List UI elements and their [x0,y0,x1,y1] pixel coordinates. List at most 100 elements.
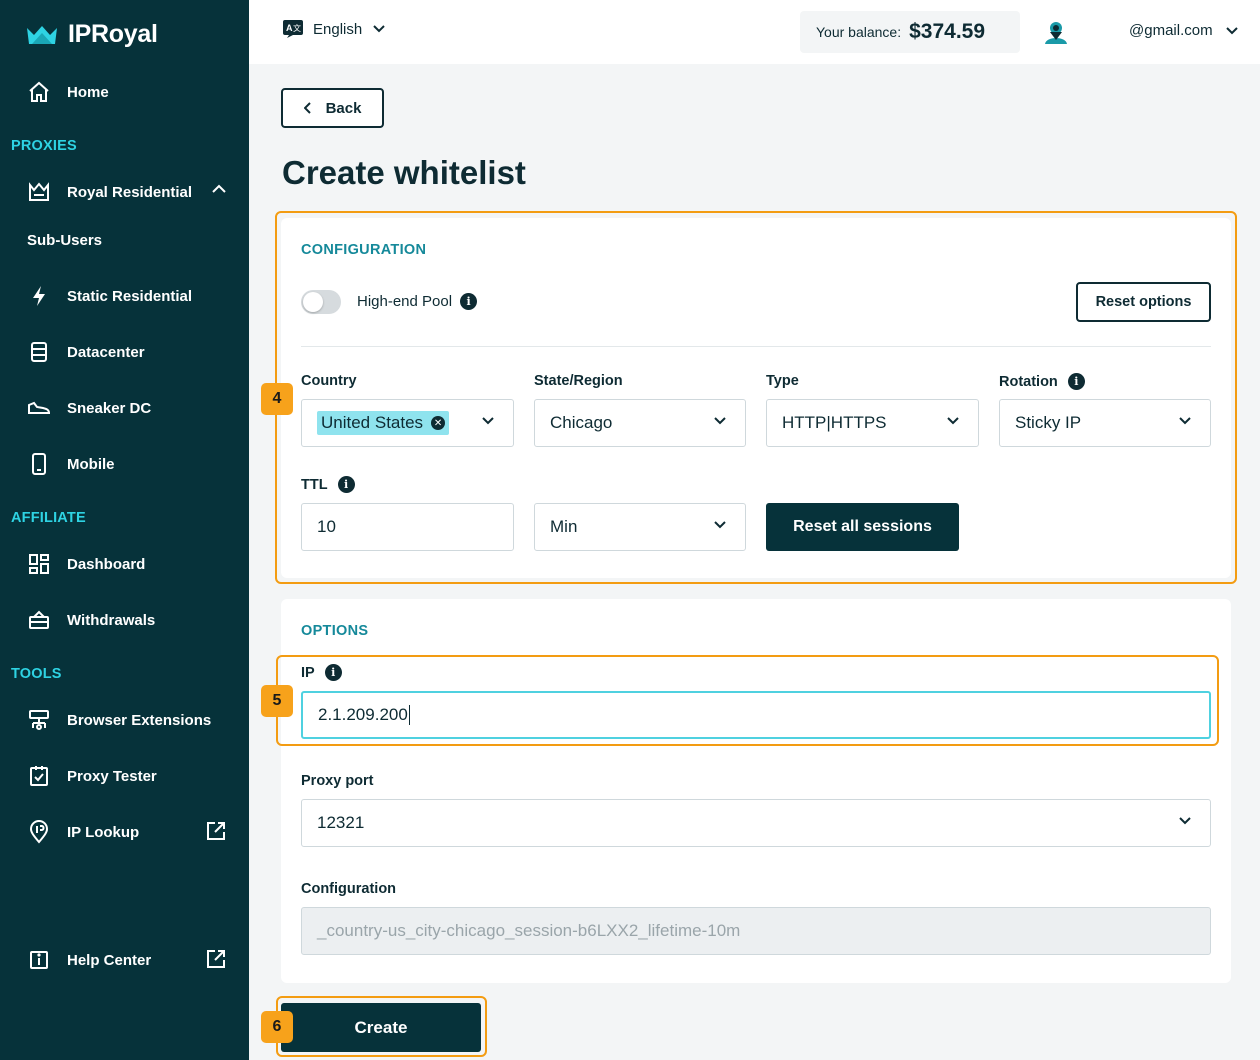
sidebar-item-browser-extensions[interactable]: Browser Extensions [26,706,226,734]
proxy-port-select[interactable]: 12321 [301,799,1211,847]
sidebar-item-label: Dashboard [67,555,146,573]
step-badge: 4 [261,383,293,415]
chevron-down-icon [714,521,726,529]
step-badge: 6 [261,1011,293,1043]
user-avatar-icon[interactable] [1044,20,1068,46]
options-title: OPTIONS [301,623,369,639]
state-value: Chicago [550,413,613,432]
type-value: HTTP|HTTPS [782,413,887,432]
sidebar-item-royal-residential[interactable]: Royal Residential [26,178,226,206]
chevron-down-icon [1179,817,1191,825]
step-badge: 5 [261,685,293,717]
ttl-label: TTL i [301,476,355,493]
sidebar-item-datacenter[interactable]: Datacenter [26,338,226,366]
create-button[interactable]: Create [281,1003,481,1052]
chevron-down-icon [1179,417,1191,425]
chevron-down-icon [947,417,959,425]
rotation-label: Rotation i [999,373,1085,390]
type-select[interactable]: HTTP|HTTPS [766,399,979,447]
language-selector[interactable]: A文 English [283,20,386,38]
ttl-input[interactable]: 10 [301,503,514,551]
mobile-phone-icon [26,451,52,477]
home-icon [26,79,52,105]
toggle-knob [303,292,323,312]
configuration-string-label: Configuration [301,881,396,897]
sidebar-item-withdrawals[interactable]: Withdrawals [26,606,226,634]
info-icon[interactable]: i [460,293,478,310]
sidebar-item-dashboard[interactable]: Dashboard [26,550,226,578]
account-email: @gmail.com [1129,22,1213,39]
sidebar-item-label: Mobile [67,455,115,473]
reset-all-sessions-button[interactable]: Reset all sessions [766,503,959,551]
info-icon[interactable]: i [337,476,355,493]
country-label-text: Country [301,373,357,389]
ip-value: 2.1.209.200 [318,705,408,724]
language-label: English [313,20,363,38]
crown-logo-icon [27,25,57,44]
high-end-pool-label-group: High-end Pool i [357,293,478,310]
chevron-down-icon [714,417,726,425]
ip-label-text: IP [301,664,315,681]
sidebar-item-ip-lookup[interactable]: IP Lookup [26,818,226,846]
logo-text: IPRoyal [68,20,158,48]
ip-label: IP i [301,664,342,681]
proxy-port-label: Proxy port [301,773,374,789]
sidebar-item-label: IP Lookup [67,823,140,841]
country-chip-label: United States [321,413,424,432]
rotation-select[interactable]: Sticky IP [999,399,1211,447]
high-end-pool-toggle[interactable] [301,290,341,314]
configuration-string-label-text: Configuration [301,881,397,897]
info-icon[interactable]: i [1067,373,1085,390]
logo[interactable]: IPRoyal [26,20,158,49]
country-select[interactable]: United States ✕ [301,399,514,447]
sidebar-item-label: Browser Extensions [67,711,212,729]
crown-icon [26,179,52,205]
ttl-unit-select[interactable]: Min [534,503,746,551]
configuration-string-field[interactable]: _country-us_city-chicago_session-b6LXX2_… [301,907,1211,955]
type-label-text: Type [766,373,799,389]
sidebar-item-sub-users[interactable]: Sub-Users [27,232,102,249]
reset-options-button[interactable]: Reset options [1076,282,1211,322]
sidebar-item-label: Withdrawals [67,611,156,629]
ttl-label-text: TTL [301,476,328,493]
proxy-port-value: 12321 [317,813,365,832]
sidebar-item-sneaker-dc[interactable]: Sneaker DC [26,394,226,422]
text-cursor [408,705,410,725]
high-end-pool-label: High-end Pool [357,293,453,310]
ip-input[interactable]: 2.1.209.200 [301,691,1211,739]
external-link-icon [206,949,226,974]
sidebar-item-mobile[interactable]: Mobile [26,450,226,478]
remove-chip-icon[interactable]: ✕ [431,416,446,430]
sidebar-item-proxy-tester[interactable]: Proxy Tester [26,762,226,790]
sidebar-item-help-center[interactable]: Help Center [26,946,226,974]
sidebar-item-label: Help Center [67,951,152,969]
svg-text:A: A [286,23,293,33]
sneaker-icon [26,395,52,421]
sidebar-item-label: Home [67,83,109,101]
sidebar-item-label: Royal Residential [67,183,193,201]
checklist-icon [26,763,52,789]
translate-icon: A文 [283,20,303,38]
country-chip: United States ✕ [317,411,450,435]
wallet-icon [26,607,52,633]
section-title-proxies: PROXIES [11,138,77,154]
sidebar-item-label: Proxy Tester [67,767,157,785]
state-select[interactable]: Chicago [534,399,746,447]
sidebar-item-label: Sneaker DC [67,399,152,417]
configuration-string-value: _country-us_city-chicago_session-b6LXX2_… [317,921,741,940]
help-info-icon [26,947,52,973]
account-menu[interactable]: @gmail.com [1129,22,1239,39]
balance-label: Your balance: [816,24,902,40]
server-icon [26,339,52,365]
state-label-text: State/Region [534,373,623,389]
country-label: Country [301,373,357,389]
type-label: Type [766,373,799,389]
sidebar-item-label: Static Residential [67,287,193,305]
sidebar-item-home[interactable]: Home [26,78,226,106]
info-icon[interactable]: i [324,664,342,681]
sidebar-item-static-residential[interactable]: Static Residential [26,282,226,310]
back-button[interactable]: Back [281,88,384,128]
chevron-left-icon [303,102,311,114]
chevron-up-icon[interactable] [212,181,226,199]
rotation-value: Sticky IP [1015,413,1082,432]
